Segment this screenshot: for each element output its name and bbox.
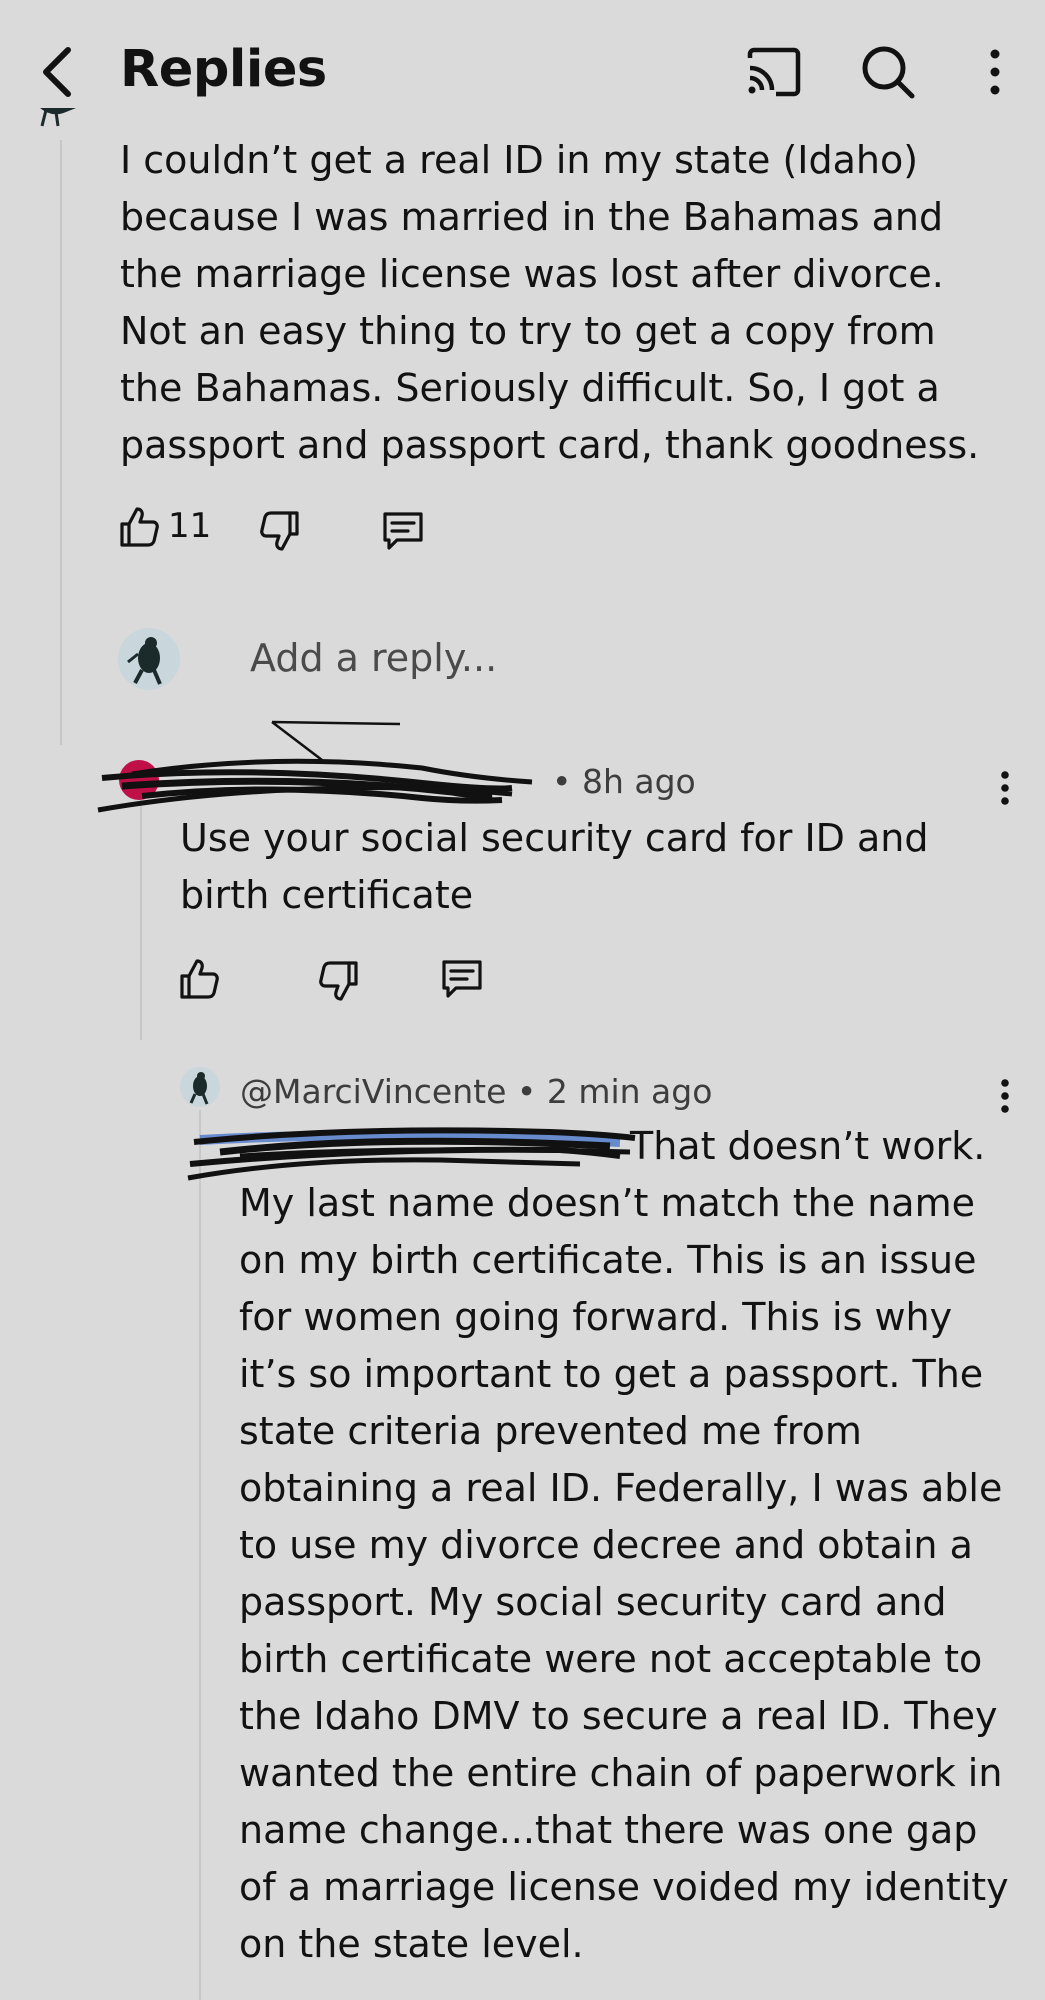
- thumbs-up-icon: [120, 507, 159, 547]
- comment-options-button[interactable]: [990, 768, 1020, 812]
- thread-line: [199, 1110, 201, 2000]
- search-icon: [862, 46, 915, 99]
- avatar-image: [40, 108, 76, 127]
- more-vertical-icon: [1001, 771, 1009, 805]
- cast-button[interactable]: [744, 44, 804, 100]
- reply-button[interactable]: [440, 958, 484, 1000]
- more-vertical-icon: [1001, 1079, 1009, 1113]
- user-avatar: [118, 628, 180, 690]
- comment-body: I couldn’t get a real ID in my state (Id…: [120, 138, 980, 467]
- avatar: [180, 1067, 220, 1107]
- dislike-button[interactable]: [318, 960, 360, 1002]
- thread-line: [60, 140, 62, 745]
- cast-icon: [747, 47, 801, 97]
- thumbs-up-icon: [180, 959, 219, 999]
- comment-body: Use your social security card for ID and…: [180, 816, 929, 917]
- comment-options-button[interactable]: [990, 1076, 1020, 1120]
- redaction-scribble: [97, 720, 533, 813]
- avatar: [32, 108, 90, 138]
- comment-time: • 2 min ago: [516, 1072, 713, 1111]
- avatar-image: [189, 1072, 209, 1105]
- back-button[interactable]: [36, 44, 80, 100]
- reply-button[interactable]: [381, 510, 425, 552]
- top-bar: Replies: [0, 0, 1045, 140]
- thread-line: [140, 800, 142, 1040]
- dislike-button[interactable]: [259, 510, 301, 552]
- page-title: Replies: [120, 40, 327, 99]
- avatar-image: [127, 637, 162, 685]
- comment-author[interactable]: @MarciVincente: [240, 1072, 506, 1111]
- search-button[interactable]: [858, 42, 918, 102]
- like-button[interactable]: [178, 958, 220, 1000]
- like-button[interactable]: [118, 506, 160, 548]
- more-vertical-icon: [990, 49, 1000, 95]
- comment-time: • 8h ago: [552, 762, 696, 801]
- thumbs-down-icon: [319, 961, 358, 1001]
- more-options-button[interactable]: [980, 44, 1010, 100]
- comment-icon: [442, 960, 482, 998]
- like-count: 11: [168, 506, 212, 546]
- add-reply-input[interactable]: Add a reply...: [250, 630, 950, 686]
- comment-header: @MarciVincente • 2 min ago: [240, 1072, 712, 1111]
- comment-icon: [383, 512, 423, 550]
- comment-body: That doesn’t work. My last name doesn’t …: [239, 1124, 1009, 1966]
- chevron-left-icon: [43, 47, 71, 97]
- thumbs-down-icon: [260, 511, 299, 551]
